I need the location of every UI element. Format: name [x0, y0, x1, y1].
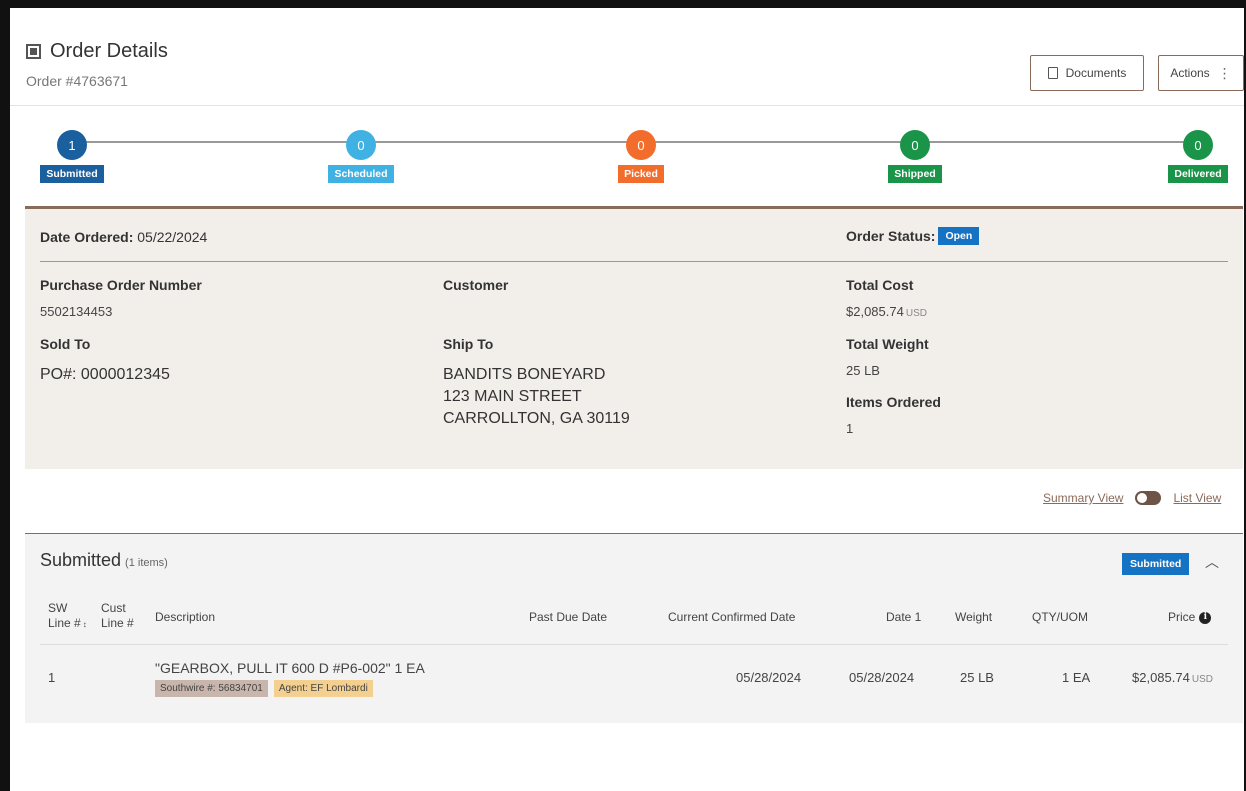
actions-button-label: Actions [1170, 66, 1210, 80]
order-progress-tracker: 1 Submitted 0 Scheduled 0 Picked 0 Shipp… [10, 106, 1244, 206]
step-scheduled: 0 Scheduled [301, 130, 421, 183]
row-price: $2,085.74 USD [1132, 670, 1213, 685]
document-icon [26, 44, 41, 59]
window-frame-top [0, 0, 1246, 8]
col-sw-line-top: SW [48, 601, 68, 615]
order-status-label: Order Status: [846, 228, 936, 244]
kebab-menu-icon: ⋮ [1217, 65, 1232, 81]
page-header: Order Details Order #4763671 Documents A… [10, 8, 1244, 106]
step-count: 0 [626, 130, 656, 160]
row-date1: 05/28/2024 [849, 670, 915, 685]
step-submitted: 1 Submitted [12, 130, 132, 183]
summary-view-link[interactable]: Summary View [1043, 491, 1123, 505]
agent-tag: Agent: EF Lombardi [273, 680, 373, 697]
documents-button[interactable]: Documents [1030, 55, 1144, 91]
info-icon[interactable]: i [1199, 611, 1212, 624]
total-cost-amount: $2,085.74 [846, 304, 904, 319]
title-row: Order Details [26, 40, 168, 63]
row-tags: Southwire #: 56834701 Agent: EF Lombardi [155, 680, 379, 697]
step-count: 1 [57, 130, 87, 160]
step-count: 0 [346, 130, 376, 160]
view-toggle-switch[interactable] [1135, 491, 1162, 505]
col-price-label: Price [1168, 610, 1196, 624]
items-ordered-value: 1 [846, 421, 854, 436]
page-title: Order Details [50, 40, 168, 62]
col-past-due-date: Past Due Date [529, 610, 608, 624]
ship-to-line3: CARROLLTON, GA 30119 [443, 410, 630, 427]
submitted-section: Submitted (1 items) Submitted ︿ SW Line #… [25, 533, 1243, 723]
po-number-label: Purchase Order Number [40, 277, 202, 293]
order-number: Order #4763671 [26, 73, 128, 89]
ship-to-line2: 123 MAIN STREET [443, 388, 582, 405]
col-weight: Weight [955, 610, 993, 624]
date-ordered-value: 05/22/2024 [137, 229, 208, 245]
documents-button-label: Documents [1065, 66, 1127, 80]
order-status-badge: Open [938, 227, 980, 245]
order-status: Order Status: Open [846, 227, 980, 245]
sold-to-value: PO#: 0000012345 [40, 366, 170, 383]
step-shipped: 0 Shipped [855, 130, 975, 183]
step-picked: 0 Picked [581, 130, 701, 183]
step-label: Delivered [1168, 165, 1228, 183]
step-label: Shipped [888, 165, 942, 183]
header-divider [40, 644, 1228, 645]
row-weight: 25 LB [960, 670, 994, 685]
col-sw-line-text: Line # [48, 616, 81, 630]
row-description: "GEARBOX, PULL IT 600 D #P6-002" 1 EA [155, 660, 425, 676]
col-qty-uom: QTY/UOM [1032, 610, 1088, 624]
ship-to-line1: BANDITS BONEYARD [443, 366, 606, 383]
col-description: Description [155, 610, 216, 624]
southwire-number-tag: Southwire #: 56834701 [155, 680, 268, 697]
step-label: Scheduled [328, 165, 394, 183]
row-sw-line: 1 [48, 670, 56, 685]
col-price: Price i [1168, 610, 1212, 625]
order-info-panel: Date Ordered: 05/22/2024 Order Status: O… [25, 206, 1243, 469]
row-confirmed-date: 05/28/2024 [736, 670, 802, 685]
step-count: 0 [1183, 130, 1213, 160]
copy-icon [1047, 67, 1058, 79]
step-delivered: 0 Delivered [1138, 130, 1246, 183]
step-label: Submitted [40, 165, 104, 183]
col-sw-line-bottom: Line # ↕ [48, 616, 87, 632]
divider [40, 261, 1228, 262]
total-weight-label: Total Weight [846, 336, 929, 352]
window-frame-left [0, 0, 10, 791]
items-ordered-label: Items Ordered [846, 394, 941, 410]
section-item-count: (1 items) [125, 557, 168, 569]
chevron-up-icon[interactable]: ︿ [1205, 552, 1219, 572]
row-price-amount: $2,085.74 [1132, 670, 1190, 685]
sort-icon: ↕ [82, 620, 87, 629]
col-date1: Date 1 [886, 610, 922, 624]
col-cust-line-bottom: Line # [101, 616, 134, 630]
currency-code: USD [905, 308, 927, 319]
row-currency: USD [1191, 674, 1213, 685]
step-label: Picked [618, 165, 664, 183]
col-cust-line-top: Cust [101, 601, 126, 615]
col-current-confirmed-date: Current Confirmed Date [668, 610, 796, 624]
col-sw-line[interactable]: SW Line # ↕ [48, 601, 87, 632]
total-weight-value: 25 LB [846, 363, 880, 378]
section-status-badge: Submitted [1122, 553, 1190, 575]
row-qty: 1 EA [1062, 670, 1091, 685]
date-ordered-label: Date Ordered: [40, 229, 134, 245]
customer-label: Customer [443, 277, 509, 293]
total-cost-label: Total Cost [846, 277, 914, 293]
date-ordered: Date Ordered: 05/22/2024 [40, 229, 207, 245]
list-view-link[interactable]: List View [1173, 491, 1221, 505]
step-count: 0 [900, 130, 930, 160]
actions-button[interactable]: Actions ⋮ [1158, 55, 1244, 91]
ship-to-label: Ship To [443, 336, 494, 352]
section-title-text: Submitted [40, 550, 122, 570]
col-cust-line: Cust Line # [101, 601, 134, 631]
sold-to-label: Sold To [40, 336, 91, 352]
total-cost-value: $2,085.74 USD [846, 304, 927, 319]
section-title: Submitted (1 items) [40, 550, 168, 571]
po-number-value: 5502134453 [40, 304, 113, 319]
view-toggle: Summary View List View [1043, 491, 1221, 505]
